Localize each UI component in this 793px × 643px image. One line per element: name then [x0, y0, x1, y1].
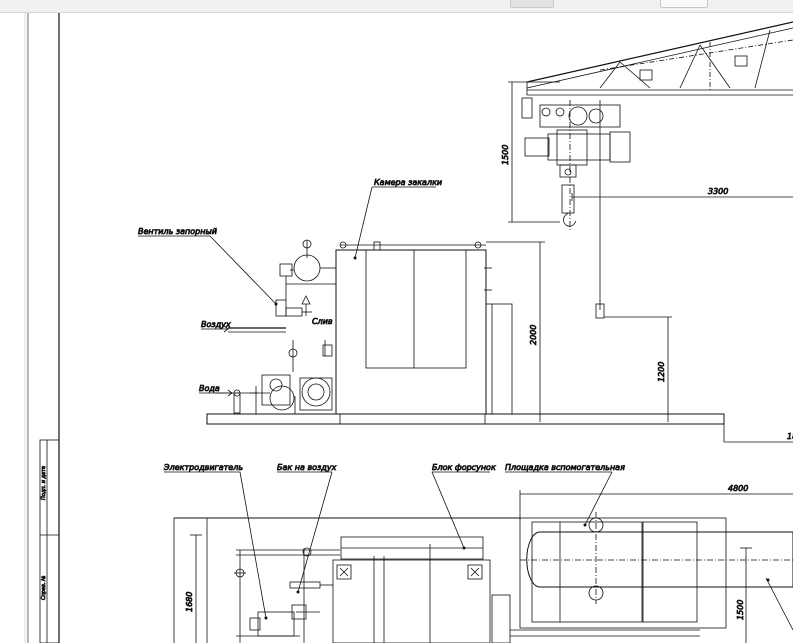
leader-electric-motor [164, 471, 267, 619]
dim-crane-span: 3300 [708, 187, 728, 196]
label-electric-motor: Электродвигатель [163, 463, 243, 472]
label-air: Воздух [201, 320, 231, 329]
label-drain: Слив [312, 317, 333, 326]
dim-hoist-height: 1500 [501, 145, 510, 165]
leader-nozzle-block [431, 471, 490, 549]
crane-truss [526, 21, 793, 96]
dim-lower-height: 1680 [185, 592, 194, 612]
label-quench-chamber: Камера закалки [374, 178, 442, 187]
stamp-label-sign-date: Подп. и дата [41, 466, 47, 500]
label-nozzle-block: Блок форсунок [432, 463, 496, 472]
electric-hoist [508, 81, 631, 319]
dim-hook-clearance: 1200 [657, 362, 666, 382]
technical-drawing: Подп. и дата Справ. № 1500 3300 1200 200… [27, 13, 793, 643]
leader-air-tank [277, 471, 333, 593]
lower-installation [173, 517, 700, 643]
sheet-frame [27, 13, 60, 643]
base-frame [206, 413, 793, 443]
aux-platform [519, 512, 793, 643]
label-shutoff-valve: Вентиль запорный [138, 227, 217, 236]
label-air-tank: Бак на воздух [277, 463, 337, 472]
label-aux-platform: Площадка вспомогательная [505, 463, 625, 472]
quench-chamber [335, 241, 545, 422]
dim-lower-right-height: 1500 [736, 600, 745, 620]
dim-chamber-height: 2000 [529, 325, 538, 345]
piping-assembly [215, 239, 336, 414]
dim-right-cut: 18 [787, 432, 793, 441]
label-water: Вода [199, 384, 220, 393]
leader-shutoff-valve [138, 235, 277, 305]
dim-line-platform-length [519, 490, 793, 520]
stamp-label-ref-no: Справ. № [41, 576, 47, 600]
dim-platform-length: 4800 [728, 484, 748, 493]
leader-quench-chamber [354, 186, 436, 259]
dim-line-span [571, 193, 793, 201]
